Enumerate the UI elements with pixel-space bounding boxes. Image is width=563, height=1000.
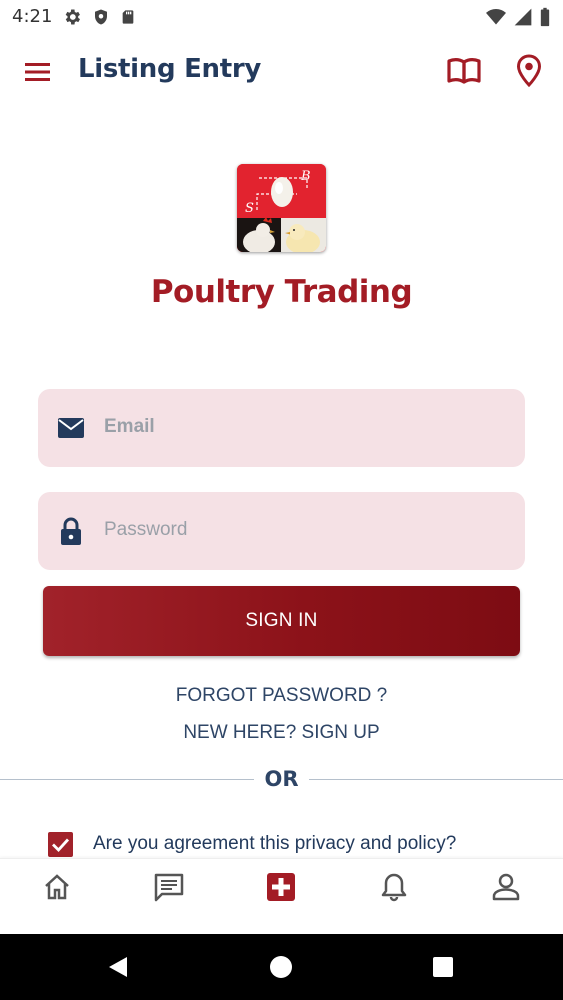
shield-icon: [95, 9, 107, 25]
check-icon: [52, 838, 70, 853]
hamburger-menu-icon[interactable]: [24, 60, 52, 84]
email-input[interactable]: [104, 407, 504, 447]
sign-up-link[interactable]: NEW HERE? SIGN UP: [0, 722, 563, 744]
back-icon[interactable]: [107, 956, 129, 978]
brand-name: Poultry Trading: [150, 274, 413, 310]
profile-icon[interactable]: [490, 871, 522, 903]
location-pin-icon[interactable]: [515, 54, 543, 88]
password-field[interactable]: [38, 492, 525, 570]
page-title: Listing Entry: [78, 54, 262, 84]
notifications-icon[interactable]: [378, 871, 410, 903]
lock-icon: [61, 517, 81, 545]
messages-icon[interactable]: [153, 871, 185, 903]
sd-card-icon: [122, 10, 134, 24]
divider-or-label: OR: [264, 767, 299, 791]
app-bar: Listing Entry: [0, 40, 563, 104]
app-logo: B S: [237, 164, 326, 252]
battery-icon: [540, 7, 550, 27]
policy-label: Are you agreement this privacy and polic…: [93, 833, 457, 854]
status-left-icons: [62, 7, 136, 27]
home-button-icon[interactable]: [270, 956, 292, 978]
status-right-icons: [485, 7, 551, 27]
logo-letter-b: B: [300, 169, 311, 184]
status-bar: 4:21: [0, 0, 563, 34]
forgot-password-link[interactable]: FORGOT PASSWORD ?: [0, 685, 563, 707]
settings-icon: [65, 9, 80, 25]
sign-in-button[interactable]: SIGN IN: [43, 586, 520, 656]
add-listing-icon[interactable]: [265, 871, 297, 903]
logo-letter-s: S: [245, 201, 254, 216]
system-nav-bar: [0, 934, 563, 1000]
policy-checkbox[interactable]: [48, 832, 73, 857]
home-icon[interactable]: [41, 871, 73, 903]
signal-icon: [514, 8, 532, 26]
book-icon[interactable]: [446, 56, 482, 86]
recents-icon[interactable]: [433, 957, 453, 977]
status-time: 4:21: [12, 6, 53, 27]
bottom-nav: [0, 858, 563, 934]
divider-line-right: [309, 779, 563, 780]
email-field[interactable]: [38, 389, 525, 467]
divider-line-left: [0, 779, 254, 780]
mail-icon: [58, 418, 84, 438]
password-input[interactable]: [104, 510, 504, 550]
wifi-icon: [486, 9, 506, 25]
